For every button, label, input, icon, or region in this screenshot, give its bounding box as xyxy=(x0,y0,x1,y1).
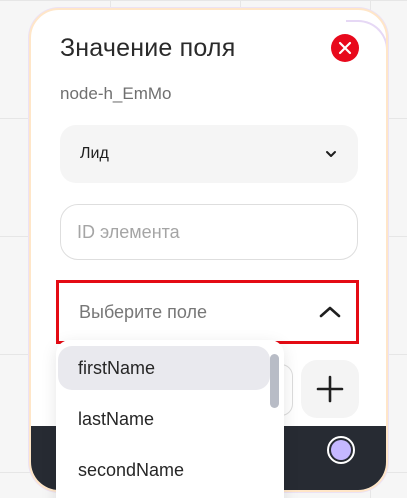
field-dropdown-list: firstName lastName secondName xyxy=(56,340,284,498)
field-select[interactable]: Выберите поле xyxy=(56,280,359,344)
dropdown-option-secondname[interactable]: secondName xyxy=(58,448,270,492)
dropdown-scrollbar[interactable] xyxy=(270,354,279,408)
element-id-input[interactable] xyxy=(60,204,358,260)
entity-select[interactable]: Лид xyxy=(60,125,358,183)
node-id-label: node-h_EmMo xyxy=(60,84,172,103)
chevron-down-icon xyxy=(326,151,336,157)
plus-icon xyxy=(316,375,344,403)
field-select-placeholder: Выберите поле xyxy=(79,301,208,322)
indicator-dot xyxy=(331,440,351,460)
add-button[interactable] xyxy=(301,360,359,418)
node-title: Значение поля xyxy=(60,34,236,62)
radio-indicator-icon[interactable] xyxy=(327,436,355,464)
dropdown-option-lastname[interactable]: lastName xyxy=(58,397,270,441)
dropdown-option-firstname[interactable]: firstName xyxy=(58,346,270,390)
close-button[interactable] xyxy=(331,34,359,62)
chevron-up-icon xyxy=(319,306,341,318)
close-icon xyxy=(338,41,352,55)
entity-select-value: Лид xyxy=(80,145,109,162)
